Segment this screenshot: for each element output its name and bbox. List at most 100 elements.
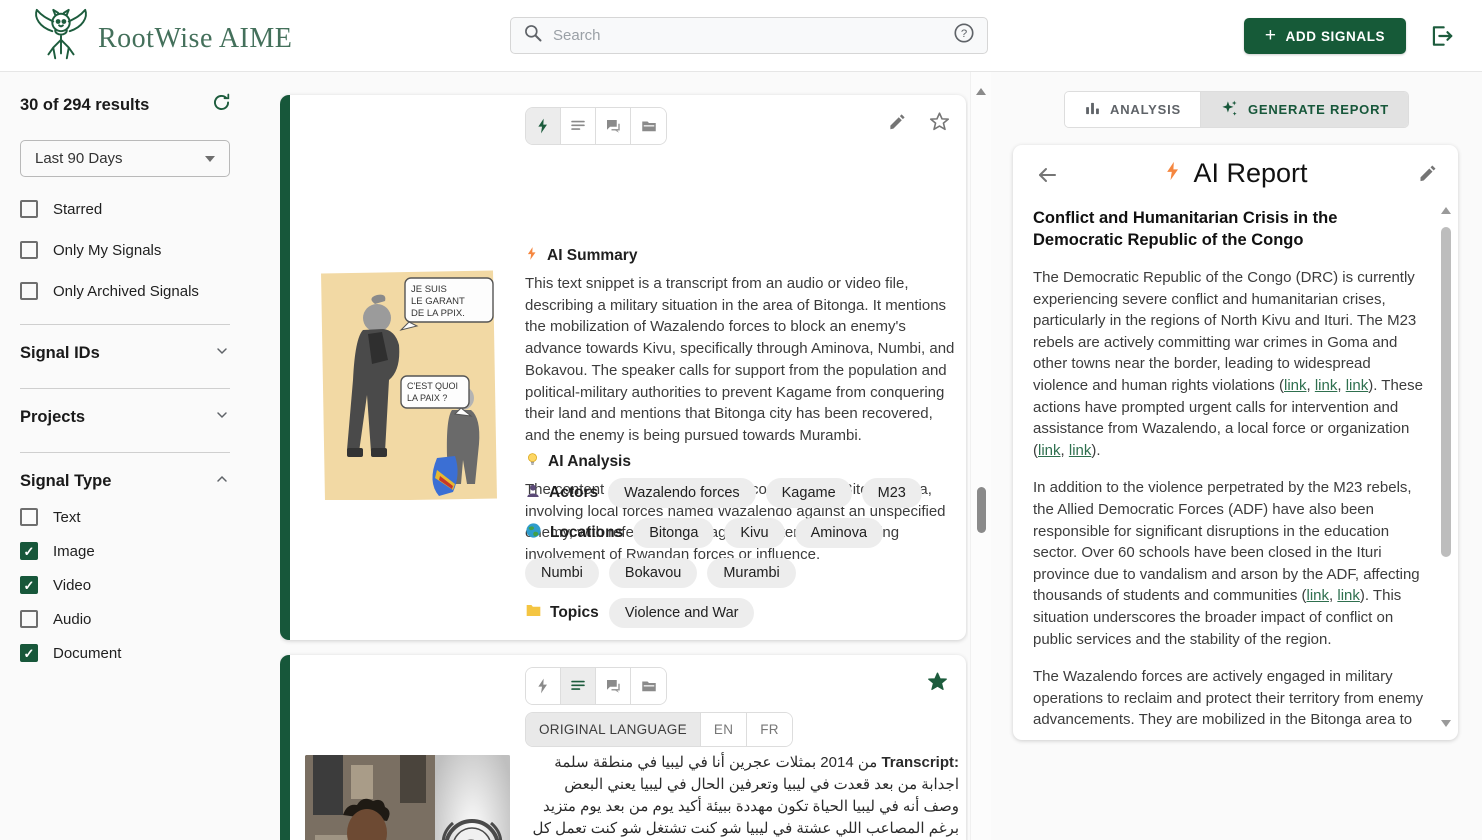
signal-thumbnail-video[interactable]: 2 — [305, 755, 510, 840]
refresh-icon[interactable] — [211, 92, 232, 118]
ai-report-panel: AI Report Conflict and Humanitarian Cris… — [1013, 145, 1458, 740]
chip-kivu[interactable]: Kivu — [724, 518, 784, 548]
report-source-link[interactable]: link — [1038, 442, 1061, 459]
signal-type-audio[interactable]: Audio — [20, 610, 232, 628]
signal-type-text[interactable]: Text — [20, 508, 232, 526]
sidebar-section-signal-ids[interactable]: Signal IDs — [20, 343, 230, 364]
results-count: 30 of 294 results — [20, 96, 149, 115]
checkbox-unchecked[interactable] — [20, 282, 38, 300]
archive-view-button[interactable] — [631, 108, 666, 144]
comments-view-button[interactable] — [596, 108, 631, 144]
report-scrollbar[interactable] — [1440, 207, 1453, 727]
filter-starred[interactable]: Starred — [20, 200, 232, 218]
scroll-down-arrow-icon[interactable] — [1441, 720, 1451, 727]
sidebar-section-signal-type[interactable]: Signal Type — [20, 471, 230, 492]
chip-wazalendo-forces[interactable]: Wazalendo forces — [608, 478, 756, 508]
star-icon-filled[interactable] — [927, 671, 948, 697]
ai-summary-view-button[interactable] — [526, 668, 561, 704]
checkbox-unchecked[interactable] — [20, 610, 38, 628]
transcript-view-button[interactable] — [561, 668, 596, 704]
app-header: RootWise AIME ? + ADD SIGNALS — [0, 0, 1482, 72]
checkbox-checked[interactable] — [20, 576, 38, 594]
scroll-up-arrow-icon[interactable] — [1441, 207, 1451, 214]
chip-violence-and-war[interactable]: Violence and War — [609, 598, 755, 628]
report-header: AI Report — [1013, 145, 1458, 201]
logout-icon[interactable] — [1428, 23, 1455, 54]
ai-summary-heading: AI Summary — [525, 245, 637, 267]
add-signals-button[interactable]: + ADD SIGNALS — [1244, 18, 1406, 54]
card-accent-stripe — [280, 95, 290, 640]
comments-view-button[interactable] — [596, 668, 631, 704]
report-source-link[interactable]: link — [1315, 377, 1338, 394]
language-tab-en[interactable]: EN — [701, 713, 747, 746]
right-panel-tabs: ANALYSIS GENERATE REPORT — [1064, 91, 1409, 128]
signal-type-document[interactable]: Document — [20, 644, 232, 662]
checkbox-label: Only My Signals — [53, 242, 161, 259]
chip-murambi[interactable]: Murambi — [707, 558, 795, 588]
checkbox-label: Only Archived Signals — [53, 283, 199, 300]
help-icon[interactable]: ? — [953, 22, 975, 49]
list-scrollbar[interactable] — [970, 72, 991, 840]
signal-card[interactable]: 2 — [280, 655, 966, 840]
search-input[interactable] — [553, 27, 943, 44]
tab-generate-report[interactable]: GENERATE REPORT — [1201, 92, 1408, 127]
edit-icon[interactable] — [1418, 163, 1438, 188]
report-source-link[interactable]: link — [1337, 587, 1360, 604]
report-source-link[interactable]: link — [1307, 587, 1330, 604]
scrollbar-thumb[interactable] — [977, 487, 986, 533]
card-view-toolbar — [525, 107, 667, 145]
filter-only-archived-signals[interactable]: Only Archived Signals — [20, 282, 232, 300]
divider — [20, 452, 230, 453]
svg-text:LA PAIX ?: LA PAIX ? — [407, 393, 447, 403]
chip-kagame[interactable]: Kagame — [766, 478, 852, 508]
checkbox-label: Text — [53, 509, 81, 526]
report-source-link[interactable]: link — [1069, 442, 1092, 459]
chip-bitonga[interactable]: Bitonga — [633, 518, 714, 548]
filter-only-my-signals[interactable]: Only My Signals — [20, 241, 232, 259]
svg-text:C'EST QUOI: C'EST QUOI — [407, 381, 458, 391]
search-bar[interactable]: ? — [510, 17, 988, 54]
checkbox-unchecked[interactable] — [20, 508, 38, 526]
sidebar-section-projects[interactable]: Projects — [20, 407, 230, 428]
report-source-link[interactable]: link — [1346, 377, 1369, 394]
checkbox-label: Image — [53, 543, 95, 560]
star-icon[interactable] — [929, 111, 950, 137]
language-tab-original-language[interactable]: ORIGINAL LANGUAGE — [526, 713, 701, 746]
ai-summary-view-button[interactable] — [526, 108, 561, 144]
language-tab-fr[interactable]: FR — [747, 713, 792, 746]
person-icon — [525, 483, 541, 504]
transcript-view-button[interactable] — [561, 108, 596, 144]
archive-view-button[interactable] — [631, 668, 666, 704]
divider — [20, 324, 230, 325]
signal-card[interactable]: JE SUIS LE GARANT DE LA PPIX. C'EST QUOI… — [280, 95, 966, 640]
chip-m23[interactable]: M23 — [862, 478, 922, 508]
filter-checkbox-list: Starred Only My Signals Only Archived Sign… — [20, 200, 232, 300]
lightbulb-icon — [525, 451, 540, 473]
signal-type-image[interactable]: Image — [20, 542, 232, 560]
report-source-link[interactable]: link — [1284, 377, 1307, 394]
edit-icon[interactable] — [888, 112, 907, 136]
topics-label: Topics — [525, 603, 599, 623]
tab-analysis[interactable]: ANALYSIS — [1065, 92, 1201, 127]
checkbox-unchecked[interactable] — [20, 200, 38, 218]
checkbox-label: Starred — [53, 201, 102, 218]
filter-sidebar: 30 of 294 results Last 90 Days Starred On… — [0, 72, 262, 840]
signal-thumbnail-cartoon[interactable]: JE SUIS LE GARANT DE LA PPIX. C'EST QUOI… — [305, 230, 510, 500]
scrollbar-thumb[interactable] — [1441, 227, 1451, 557]
entity-tags: Actors Wazalendo forcesKagameM23 Locatio… — [525, 478, 963, 638]
chip-aminova[interactable]: Aminova — [795, 518, 883, 548]
lightning-icon — [525, 245, 539, 267]
checkbox-checked[interactable] — [20, 542, 38, 560]
date-range-dropdown[interactable]: Last 90 Days — [20, 140, 230, 177]
chip-bokavou[interactable]: Bokavou — [609, 558, 697, 588]
scroll-up-arrow-icon[interactable] — [976, 88, 986, 95]
checkbox-checked[interactable] — [20, 644, 38, 662]
signal-type-video[interactable]: Video — [20, 576, 232, 594]
checkbox-unchecked[interactable] — [20, 241, 38, 259]
checkbox-label: Document — [53, 645, 121, 662]
report-heading: Conflict and Humanitarian Crisis in the … — [1033, 207, 1429, 251]
language-tabs: ORIGINAL LANGUAGEENFR — [525, 712, 793, 747]
chip-numbi[interactable]: Numbi — [525, 558, 599, 588]
lightning-icon — [1163, 158, 1183, 189]
signal-type-checkbox-list: Text Image Video Audio Document — [20, 508, 232, 662]
